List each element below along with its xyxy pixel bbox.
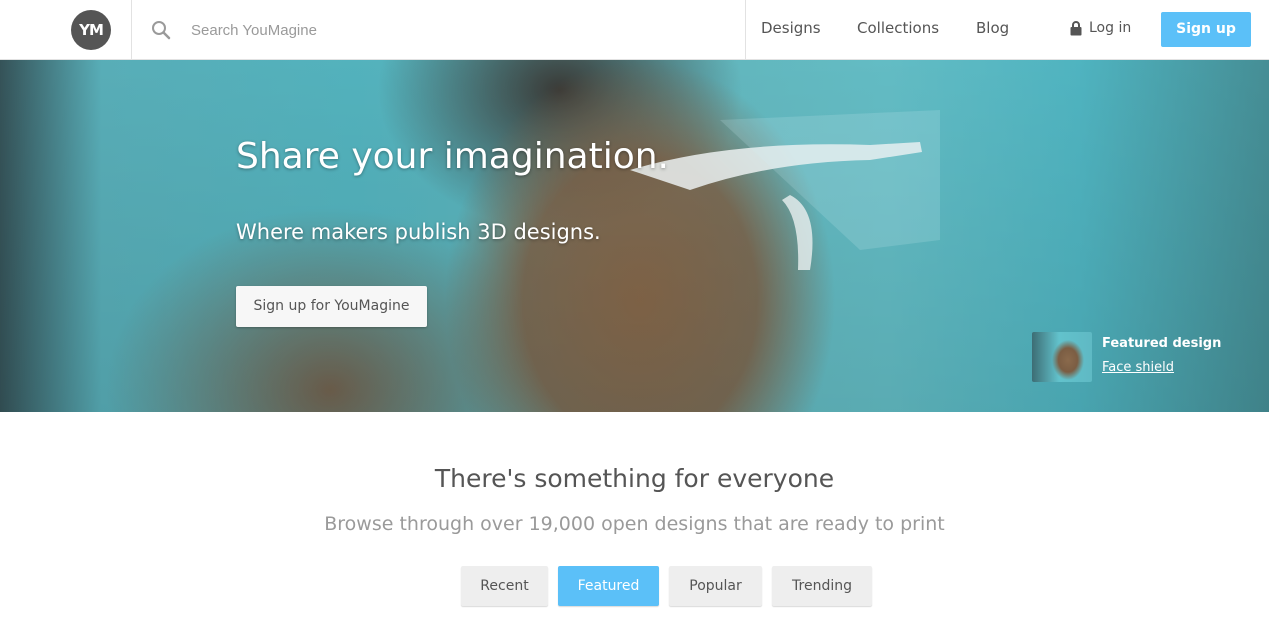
hero-banner: Share your imagination. Where makers pub…	[0, 60, 1269, 412]
divider	[131, 0, 132, 59]
hero-subtitle: Where makers publish 3D designs.	[236, 220, 601, 244]
featured-design-heading: Featured design	[1102, 336, 1222, 351]
divider	[745, 0, 746, 59]
search-icon[interactable]	[151, 20, 171, 40]
featured-design-thumbnail[interactable]	[1032, 332, 1092, 382]
nav-designs[interactable]: Designs	[761, 19, 821, 37]
top-nav: YM Designs Collections Blog Log in Sign …	[0, 0, 1269, 60]
featured-design-link[interactable]: Face shield	[1102, 360, 1174, 375]
section-title: There's something for everyone	[434, 464, 835, 493]
tab-recent[interactable]: Recent	[461, 566, 548, 606]
lock-icon	[1070, 20, 1082, 35]
logo-link[interactable]: YM	[71, 10, 111, 50]
hero-signup-button[interactable]: Sign up for YouMagine	[236, 286, 427, 327]
nav-collections[interactable]: Collections	[857, 19, 939, 37]
login-link[interactable]: Log in	[1070, 20, 1131, 36]
signup-button[interactable]: Sign up	[1161, 12, 1251, 47]
hero-photo-glasses	[630, 110, 940, 270]
search-input[interactable]	[185, 16, 705, 44]
tab-popular[interactable]: Popular	[669, 566, 762, 606]
tab-trending[interactable]: Trending	[772, 566, 872, 606]
nav-blog[interactable]: Blog	[976, 19, 1009, 37]
login-label: Log in	[1089, 20, 1132, 36]
featured-design: Featured design Face shield	[1032, 332, 1252, 382]
hero-title: Share your imagination.	[236, 136, 669, 177]
tab-featured[interactable]: Featured	[558, 566, 659, 606]
section-subtitle: Browse through over 19,000 open designs …	[324, 513, 945, 535]
